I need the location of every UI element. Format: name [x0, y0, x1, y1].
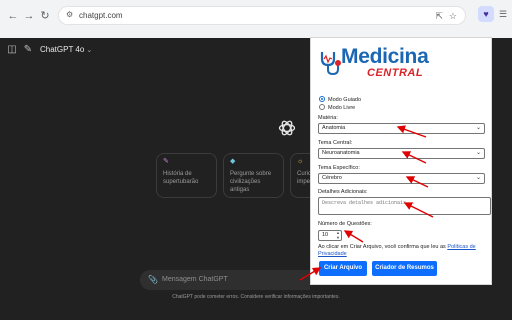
suggestion-card[interactable]: ◆ Pergunte sobre civilizações antigas	[223, 153, 284, 198]
summary-creator-button[interactable]: Criador de Resumos	[372, 261, 437, 276]
mode-label: Modo Guiado	[328, 97, 362, 103]
lightbulb-icon: ☼	[297, 158, 304, 165]
mode-free-option[interactable]: Modo Livre	[319, 104, 355, 112]
mode-label: Modo Livre	[328, 105, 356, 111]
site-info-icon[interactable]: ⚙	[66, 10, 76, 20]
tema-especifico-value: Cérebro	[322, 175, 342, 181]
radio-unselected[interactable]	[319, 104, 325, 110]
suggestion-card[interactable]: ✎ História de supertubarão	[156, 153, 217, 198]
num-questoes-input[interactable]: 10 ▲ ▼	[318, 230, 342, 241]
tema-central-value: Neuroanatomia	[322, 150, 360, 156]
brand-title: Medicina	[341, 45, 429, 68]
create-file-button[interactable]: Criar Arquivo	[319, 261, 367, 276]
tema-central-select[interactable]: Neuroanatomia ⌄	[318, 148, 485, 159]
share-icon[interactable]: ⇱	[435, 10, 443, 22]
suggestion-text: Pergunte sobre civilizações antigas	[230, 171, 272, 193]
materia-label: Matéria:	[318, 115, 338, 121]
chevron-down-icon: ⌄	[86, 47, 93, 54]
spinner-icon[interactable]: ▲ ▼	[336, 230, 340, 240]
chevron-down-icon: ⌄	[475, 125, 481, 131]
sidebar-toggle-icon[interactable]: ◫	[6, 44, 18, 56]
extension-icon[interactable]: ♥	[478, 6, 494, 22]
openai-logo-icon	[278, 120, 296, 136]
consent-message: Ao clicar em Criar Arquivo, você confirm…	[318, 244, 448, 250]
tema-central-label: Tema Central:	[318, 140, 353, 146]
num-questoes-label: Número de Questões:	[318, 221, 372, 227]
consent-text: Ao clicar em Criar Arquivo, você confirm…	[318, 244, 488, 258]
reload-icon[interactable]: ↻	[38, 9, 52, 23]
message-composer[interactable]: 📎 Mensagem ChatGPT	[140, 270, 310, 290]
graduation-cap-icon: ◆	[230, 158, 236, 165]
suggestion-text: História de supertubarão	[163, 171, 199, 185]
detalhes-label: Detalhes Adicionais:	[318, 189, 368, 195]
model-name: ChatGPT 4o	[40, 45, 85, 54]
extension-popup: Medicina CENTRAL Modo Guiado Modo Livre …	[310, 37, 492, 285]
tema-especifico-label: Tema Específico:	[318, 165, 360, 171]
stethoscope-icon	[320, 52, 341, 76]
forward-icon[interactable]: →	[22, 9, 36, 23]
new-chat-icon[interactable]: ✎	[22, 44, 34, 56]
tema-especifico-select[interactable]: Cérebro ⌄	[318, 173, 485, 184]
back-icon[interactable]: ←	[6, 9, 20, 23]
address-bar[interactable]: ⚙ chatgpt.com ⇱ ☆	[58, 6, 466, 25]
suggestion-card[interactable]: ☼ Curio impe	[290, 153, 312, 198]
radio-selected[interactable]	[319, 96, 325, 102]
brand-subtitle: CENTRAL	[367, 67, 424, 79]
url-text: chatgpt.com	[79, 11, 123, 20]
composer-placeholder: Mensagem ChatGPT	[162, 276, 228, 283]
bookmark-star-icon[interactable]: ☆	[449, 10, 457, 22]
chevron-down-icon: ⌄	[475, 150, 481, 156]
disclaimer: ChatGPT pode cometer erros. Considere ve…	[172, 294, 340, 300]
num-questoes-value: 10	[322, 232, 329, 238]
attach-icon[interactable]: 📎	[148, 274, 158, 286]
puzzle-icon[interactable]: ☰	[495, 6, 511, 22]
materia-value: Anatomia	[322, 125, 346, 131]
brand-logo: Medicina CENTRAL	[311, 38, 493, 90]
pencil-icon: ✎	[163, 158, 169, 165]
browser-toolbar: ← → ↻ ⚙ chatgpt.com ⇱ ☆ ♥ ☰	[0, 0, 512, 38]
chevron-down-icon: ⌄	[475, 175, 481, 181]
mode-guided-option[interactable]: Modo Guiado	[319, 96, 361, 104]
materia-select[interactable]: Anatomia ⌄	[318, 123, 485, 134]
detalhes-textarea[interactable]: Descreva detalhes adicionais...	[318, 197, 491, 215]
model-selector[interactable]: ChatGPT 4o ⌄	[40, 44, 92, 57]
